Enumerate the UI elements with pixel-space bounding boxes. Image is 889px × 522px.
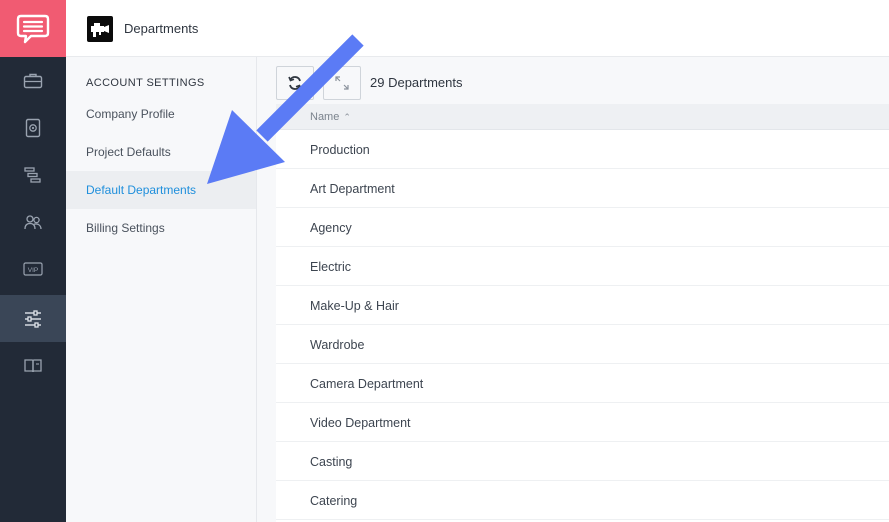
refresh-icon bbox=[288, 76, 302, 90]
department-name: Art Department bbox=[310, 182, 395, 196]
rail-item-vip[interactable]: VIP bbox=[0, 245, 66, 292]
table-row[interactable]: Video Department bbox=[276, 403, 889, 442]
rail-item-settings[interactable] bbox=[0, 295, 66, 342]
film-camera-icon bbox=[91, 23, 109, 37]
department-name: Video Department bbox=[310, 416, 411, 430]
contacts-book-icon bbox=[25, 118, 41, 137]
department-name: Camera Department bbox=[310, 377, 424, 391]
department-name: Agency bbox=[310, 221, 352, 235]
toolbar: 29 Departments bbox=[276, 66, 889, 102]
expand-button[interactable] bbox=[323, 66, 361, 100]
chat-bubble-logo-icon bbox=[16, 14, 50, 43]
name-column-header[interactable]: Name ⌃ bbox=[310, 111, 351, 123]
vip-badge-icon: VIP bbox=[23, 261, 43, 276]
department-name: Electric bbox=[310, 260, 351, 274]
name-column-label: Name bbox=[310, 111, 340, 123]
menu-item-default-departments[interactable]: Default Departments bbox=[66, 171, 256, 209]
departments-panel: 29 Departments Name ⌃ Production Art Depa… bbox=[257, 57, 889, 522]
table-row[interactable]: Casting bbox=[276, 442, 889, 481]
department-count: 29 Departments bbox=[370, 75, 463, 90]
department-name: Catering bbox=[310, 494, 358, 508]
table-row[interactable]: Make-Up & Hair bbox=[276, 286, 889, 325]
department-name: Production bbox=[310, 143, 370, 157]
refresh-button[interactable] bbox=[276, 66, 314, 100]
table-row[interactable]: Production bbox=[276, 130, 889, 169]
menu-item-company-profile[interactable]: Company Profile bbox=[66, 95, 256, 133]
table-header: Name ⌃ bbox=[276, 104, 889, 130]
svg-text:VIP: VIP bbox=[28, 267, 38, 274]
app-nav-rail: VIP bbox=[0, 0, 66, 522]
menu-item-project-defaults[interactable]: Project Defaults bbox=[66, 133, 256, 171]
schedule-bars-icon bbox=[24, 166, 41, 183]
departments-table: Name ⌃ Production Art Department Agency E… bbox=[276, 104, 889, 522]
page-title: Departments bbox=[124, 21, 199, 36]
book-icon bbox=[24, 358, 42, 372]
table-row[interactable]: Camera Department bbox=[276, 364, 889, 403]
table-row[interactable]: Art Department bbox=[276, 169, 889, 208]
rail-item-contacts[interactable] bbox=[0, 104, 66, 151]
briefcase-icon bbox=[23, 73, 43, 88]
rail-item-guide[interactable] bbox=[0, 342, 66, 389]
rail-item-schedule[interactable] bbox=[0, 151, 66, 198]
top-header: Departments bbox=[66, 0, 889, 57]
table-row[interactable]: Catering bbox=[276, 481, 889, 520]
department-name: Casting bbox=[310, 455, 353, 469]
rail-item-crew[interactable] bbox=[0, 198, 66, 245]
account-settings-menu: ACCOUNT SETTINGS Company Profile Project… bbox=[66, 57, 257, 522]
sort-ascending-icon: ⌃ bbox=[343, 112, 351, 122]
table-row[interactable]: Wardrobe bbox=[276, 325, 889, 364]
department-name: Make-Up & Hair bbox=[310, 299, 399, 313]
expand-icon bbox=[335, 76, 349, 90]
people-icon bbox=[24, 214, 42, 229]
sliders-settings-icon bbox=[25, 309, 41, 328]
menu-item-billing-settings[interactable]: Billing Settings bbox=[66, 209, 256, 247]
table-row[interactable]: Electric bbox=[276, 247, 889, 286]
app-logo[interactable] bbox=[0, 0, 66, 57]
table-row[interactable]: Agency bbox=[276, 208, 889, 247]
rail-item-projects[interactable] bbox=[0, 57, 66, 104]
project-avatar[interactable] bbox=[87, 16, 113, 42]
department-name: Wardrobe bbox=[310, 338, 365, 352]
menu-heading: ACCOUNT SETTINGS bbox=[86, 77, 205, 89]
